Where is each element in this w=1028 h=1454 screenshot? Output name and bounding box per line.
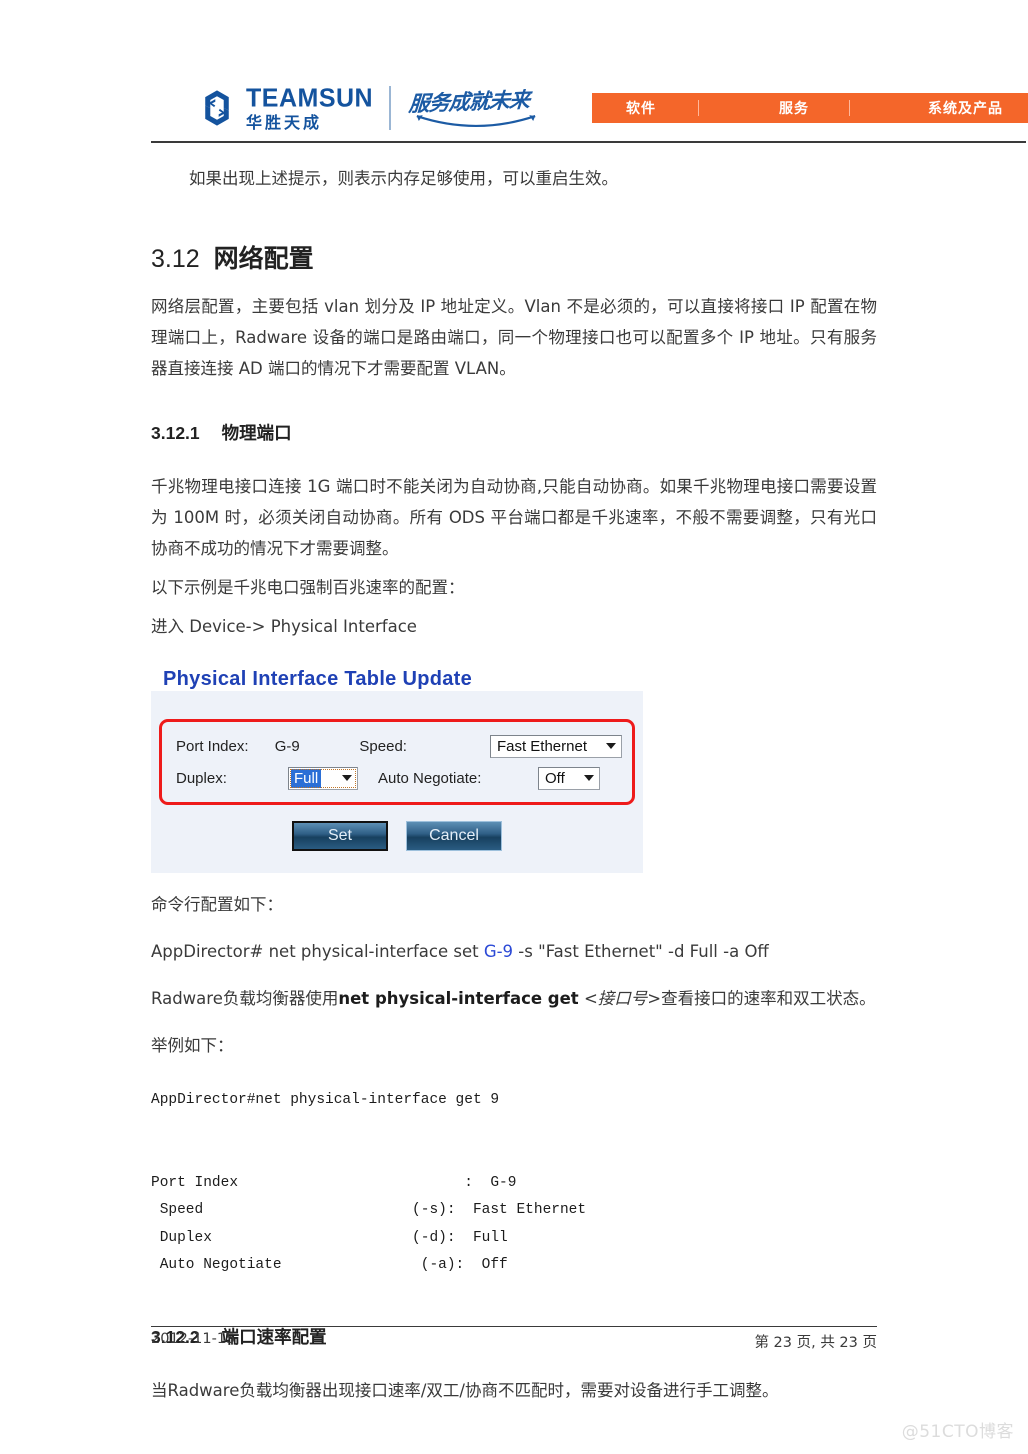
cli-port-token: G-9 bbox=[483, 942, 514, 961]
nav-item-software[interactable]: 软件 bbox=[626, 98, 656, 118]
form-row-2: Duplex: Full Auto Negotiate: Off bbox=[176, 762, 622, 794]
logo-wordmark: TEAMSUN 华胜天成 bbox=[246, 82, 374, 132]
logo-text-en: TEAMSUN bbox=[246, 82, 374, 113]
document-page: TEAMSUN 华胜天成 服务成就未来 软件 服务 系统及产品 如果出现上述提示… bbox=[0, 0, 1028, 1454]
footer-date: 2012-11-15 bbox=[151, 1331, 236, 1347]
nav-separator bbox=[698, 100, 699, 116]
orange-nav-bar: 软件 服务 系统及产品 bbox=[592, 93, 1028, 123]
cli-get-arg: <接口号> bbox=[583, 989, 662, 1008]
slogan-arc-icon bbox=[416, 115, 536, 128]
port-index-label: Port Index: bbox=[176, 737, 249, 755]
document-content: 如果出现上述提示，则表示内存足够使用，可以重启生效。 3.12 网络配置 网络层配… bbox=[151, 150, 877, 1406]
section-3-12-1-paragraph: 千兆物理电接口连接 1G 端口时不能关闭为自动协商,只能自动协商。如果千兆物理电… bbox=[151, 477, 877, 558]
chevron-down-icon bbox=[342, 775, 352, 781]
chevron-down-icon bbox=[584, 775, 594, 781]
duplex-label: Duplex: bbox=[176, 769, 227, 787]
cli-get-suffix: 查看接口的速率和双工状态。 bbox=[661, 989, 876, 1008]
page-footer: 2012-11-15 第 23 页, 共 23 页 bbox=[151, 1331, 877, 1352]
navigation-path-text: 进入 Device-> Physical Interface bbox=[151, 617, 417, 636]
cancel-button[interactable]: Cancel bbox=[406, 821, 502, 851]
section-title: 网络配置 bbox=[213, 244, 314, 273]
header-divider-rule bbox=[151, 141, 1026, 143]
logo-divider bbox=[389, 86, 392, 130]
cli-set-command: AppDirector# net physical-interface set … bbox=[151, 936, 877, 967]
nav-item-services[interactable]: 服务 bbox=[779, 98, 809, 118]
duplex-select[interactable]: Full bbox=[288, 766, 358, 790]
example-intro-text: 以下示例是千兆电口强制百兆速率的配置： bbox=[151, 578, 465, 597]
nav-item-systems-products[interactable]: 系统及产品 bbox=[928, 98, 1003, 118]
cli-example-label: 举例如下： bbox=[151, 1036, 234, 1055]
watermark: @51CTO博客 bbox=[901, 1422, 1014, 1442]
console-output: AppDirector#net physical-interface get 9… bbox=[151, 1092, 587, 1273]
cli-set-prefix: AppDirector# net physical-interface set bbox=[151, 942, 484, 961]
intro-paragraph: 如果出现上述提示，则表示内存足够使用，可以重启生效。 bbox=[189, 169, 618, 188]
dialog-body: Port Index: G-9 Speed: Fast Ethernet Dup… bbox=[151, 691, 643, 873]
subsection-number: 3.12.1 bbox=[151, 423, 200, 443]
highlighted-fields-group: Port Index: G-9 Speed: Fast Ethernet Dup… bbox=[159, 719, 635, 805]
page-header: TEAMSUN 华胜天成 服务成就未来 软件 服务 系统及产品 bbox=[0, 82, 1028, 134]
set-button[interactable]: Set bbox=[292, 821, 388, 851]
speed-select-value: Fast Ethernet bbox=[496, 737, 587, 755]
cli-intro-text: 命令行配置如下： bbox=[151, 895, 283, 914]
footer-divider-rule bbox=[151, 1326, 877, 1327]
cli-set-suffix: -s "Fast Ethernet" -d Full -a Off bbox=[513, 942, 769, 961]
duplex-select-value: Full bbox=[291, 768, 322, 788]
subsection-title: 物理端口 bbox=[221, 424, 292, 444]
form-row-1: Port Index: G-9 Speed: Fast Ethernet bbox=[176, 730, 622, 762]
section-number: 3.12 bbox=[151, 245, 200, 273]
logo-text-cn: 华胜天成 bbox=[246, 112, 323, 132]
speed-label: Speed: bbox=[359, 737, 407, 755]
physical-interface-dialog: Physical Interface Table Update Port Ind… bbox=[151, 662, 643, 873]
nav-separator bbox=[849, 100, 850, 116]
cli-get-prefix: Radware负载均衡器使用 bbox=[151, 989, 339, 1008]
port-index-value: G-9 bbox=[274, 737, 300, 755]
footer-page-number: 第 23 页, 共 23 页 bbox=[754, 1335, 877, 1351]
cli-get-description: Radware负载均衡器使用net physical-interface get… bbox=[151, 983, 877, 1014]
speed-select[interactable]: Fast Ethernet bbox=[489, 734, 622, 758]
company-slogan: 服务成就未来 bbox=[407, 84, 547, 132]
dialog-button-row: Set Cancel bbox=[159, 821, 635, 857]
auto-negotiate-select-value: Off bbox=[545, 769, 565, 787]
company-logo: TEAMSUN 华胜天成 服务成就未来 bbox=[196, 82, 547, 134]
auto-negotiate-select[interactable]: Off bbox=[538, 766, 600, 790]
dialog-title: Physical Interface Table Update bbox=[151, 662, 643, 691]
auto-negotiate-label: Auto Negotiate: bbox=[378, 769, 482, 787]
teamsun-pinwheel-icon bbox=[205, 90, 229, 126]
section-heading-3-12: 3.12 网络配置 bbox=[151, 239, 877, 275]
section-3-12-2-paragraph: 当Radware负载均衡器出现接口速率/双工/协商不匹配时，需要对设备进行手工调… bbox=[151, 1380, 779, 1400]
chevron-down-icon bbox=[605, 743, 616, 749]
section-heading-3-12-1: 3.12.1 物理端口 bbox=[151, 420, 877, 445]
cli-get-command: net physical-interface get bbox=[338, 989, 579, 1008]
section-3-12-paragraph: 网络层配置，主要包括 vlan 划分及 IP 地址定义。Vlan 不是必须的，可… bbox=[151, 297, 877, 378]
